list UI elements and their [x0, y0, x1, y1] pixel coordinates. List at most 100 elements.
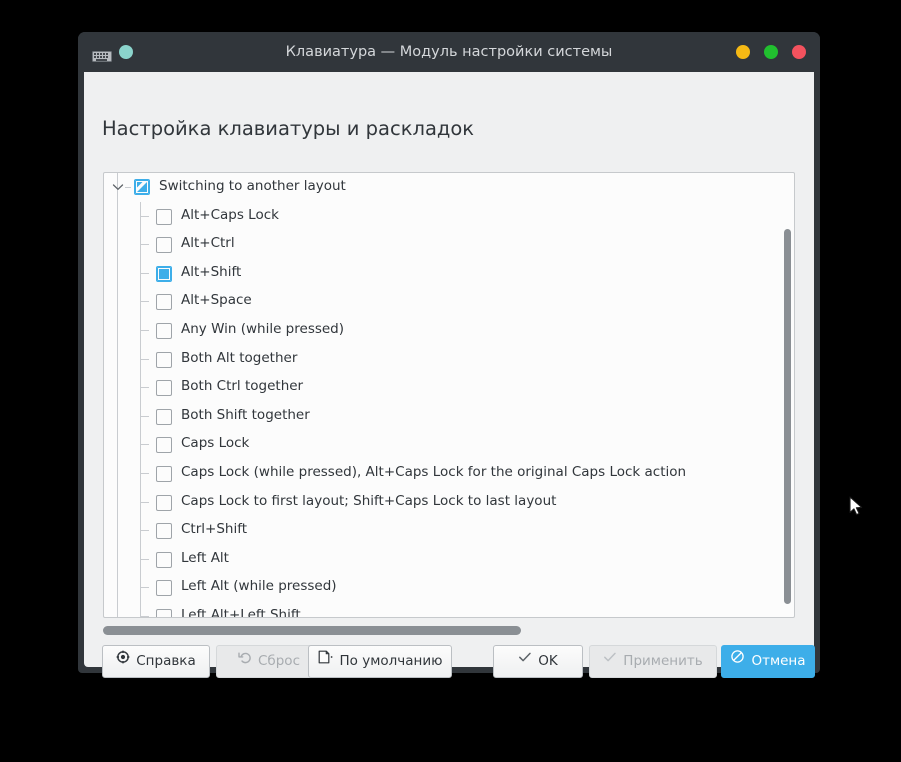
tree-item-row[interactable]: Left Alt+Left Shift — [104, 601, 794, 618]
tree-horizontal-scrollbar-thumb[interactable] — [103, 626, 521, 635]
tree-item-label: Alt+Space — [181, 292, 252, 309]
tree-item-label: Both Shift together — [181, 406, 310, 423]
help-icon — [116, 645, 130, 676]
tree-item-row[interactable]: Alt+Shift — [104, 258, 794, 288]
tree-item-row[interactable]: Left Alt — [104, 544, 794, 574]
tree-guide-dash — [125, 187, 131, 188]
help-button[interactable]: Справка — [102, 645, 210, 678]
tree-list: Switching to another layout Alt+Caps Lock… — [104, 173, 794, 618]
tree-item-label: Any Win (while pressed) — [181, 320, 345, 337]
tree-item-row[interactable]: Any Win (while pressed) — [104, 315, 794, 345]
minimize-icon[interactable] — [735, 45, 750, 59]
tree-guide-line — [140, 587, 149, 589]
tree-guide-line — [140, 415, 149, 417]
tree-item-label: Left Alt (while pressed) — [181, 578, 337, 595]
tree-guide-line — [140, 444, 149, 446]
page-title: Настройка клавиатуры и раскладок — [102, 117, 475, 140]
tree-item-row[interactable]: Left Alt (while pressed) — [104, 573, 794, 603]
window-title: Клавиатура — Модуль настройки системы — [285, 44, 613, 60]
cancel-button[interactable]: Отмена — [721, 645, 815, 678]
tree-parent-row[interactable]: Switching to another layout — [104, 173, 794, 202]
apply-button-label: Применить — [623, 653, 703, 669]
tree-item-checkbox[interactable] — [156, 608, 172, 617]
window-body: Настройка клавиатуры и раскладок Switchi… — [84, 72, 815, 678]
tree-item-checkbox[interactable] — [156, 523, 172, 540]
tree-item-row[interactable]: Caps Lock (while pressed), Alt+Caps Lock… — [104, 458, 794, 488]
tree-item-row[interactable]: Both Alt together — [104, 344, 794, 374]
apply-button[interactable]: Применить — [589, 645, 717, 678]
tree-item-checkbox[interactable] — [156, 208, 172, 225]
tree-item-label: Caps Lock (while pressed), Alt+Caps Lock… — [181, 463, 687, 480]
tree-item-checkbox[interactable] — [156, 322, 172, 339]
tree-guide-line — [140, 329, 149, 331]
tree-horizontal-scrollbar[interactable] — [103, 623, 793, 637]
tree-parent-label: Switching to another layout — [159, 178, 346, 194]
reset-button[interactable]: Сброс — [216, 645, 322, 678]
window-controls — [727, 45, 806, 64]
tree-guide-line — [140, 615, 149, 617]
tree-item-row[interactable]: Alt+Ctrl — [104, 230, 794, 260]
tree-item-checkbox[interactable] — [156, 351, 172, 368]
help-button-label: Справка — [136, 653, 196, 669]
tree-guide-line — [140, 301, 149, 303]
ok-button-label: OK — [538, 653, 558, 669]
tree-item-label: Alt+Shift — [181, 263, 242, 280]
undo-arrow-icon — [238, 645, 252, 676]
tree-guide-line — [140, 244, 149, 246]
close-icon[interactable] — [792, 45, 806, 59]
tree-parent-checkbox[interactable] — [134, 179, 150, 195]
tree-item-label: Caps Lock — [181, 435, 250, 452]
tree-item-label: Ctrl+Shift — [181, 521, 248, 538]
tree-guide-line — [140, 215, 149, 217]
shortcuts-tree-panel[interactable]: Switching to another layout Alt+Caps Lock… — [103, 172, 795, 618]
tree-item-label: Both Alt together — [181, 349, 298, 366]
tree-guide-line — [140, 358, 149, 360]
tree-item-checkbox[interactable] — [156, 265, 172, 282]
tree-item-checkbox[interactable] — [156, 380, 172, 397]
tree-item-label: Caps Lock to first layout; Shift+Caps Lo… — [181, 492, 557, 509]
tree-item-row[interactable]: Ctrl+Shift — [104, 516, 794, 546]
tree-item-row[interactable]: Caps Lock to first layout; Shift+Caps Lo… — [104, 487, 794, 517]
check-icon — [603, 645, 617, 676]
settings-window: Клавиатура — Модуль настройки системы На… — [78, 32, 820, 678]
defaults-button-label: По умолчанию — [339, 653, 443, 669]
tree-item-row[interactable]: Alt+Caps Lock — [104, 201, 794, 231]
tree-guide-line — [140, 272, 149, 274]
defaults-button[interactable]: По умолчанию — [308, 645, 452, 678]
tree-item-row[interactable]: Alt+Space — [104, 287, 794, 317]
tree-guide-line — [140, 472, 149, 474]
screen: Клавиатура — Модуль настройки системы На… — [0, 0, 901, 762]
tree-item-checkbox[interactable] — [156, 551, 172, 568]
prohibition-icon — [730, 645, 745, 676]
tree-item-row[interactable]: Caps Lock — [104, 430, 794, 460]
document-icon — [318, 645, 334, 676]
tree-item-row[interactable]: Both Ctrl together — [104, 373, 794, 403]
tree-item-label: Left Alt — [181, 549, 229, 566]
tree-item-checkbox[interactable] — [156, 494, 172, 511]
tree-guide-line — [140, 530, 149, 532]
tree-item-label: Left Alt+Left Shift — [181, 606, 301, 618]
tree-item-checkbox[interactable] — [156, 294, 172, 311]
dialog-button-row: Справка Сброс По умолчанию OK Применить … — [84, 642, 815, 682]
tree-item-row[interactable]: Both Shift together — [104, 401, 794, 431]
arrow-cursor — [849, 496, 865, 518]
chevron-down-icon[interactable] — [112, 182, 124, 192]
window-titlebar[interactable]: Клавиатура — Модуль настройки системы — [78, 32, 820, 72]
tree-vertical-scrollbar[interactable] — [784, 229, 791, 604]
tree-guide-line — [140, 387, 149, 389]
tree-item-checkbox[interactable] — [156, 237, 172, 254]
tree-guide-line — [140, 558, 149, 560]
tree-item-label: Alt+Caps Lock — [181, 206, 279, 223]
reset-button-label: Сброс — [257, 653, 300, 669]
tree-item-label: Both Ctrl together — [181, 378, 304, 395]
tree-item-checkbox[interactable] — [156, 580, 172, 597]
cancel-button-label: Отмена — [751, 653, 806, 669]
tree-guide-line — [140, 501, 149, 503]
tree-item-checkbox[interactable] — [156, 408, 172, 425]
check-icon — [518, 645, 532, 676]
tree-item-checkbox[interactable] — [156, 437, 172, 454]
maximize-icon[interactable] — [763, 45, 778, 59]
ok-button[interactable]: OK — [493, 645, 583, 678]
tree-item-checkbox[interactable] — [156, 465, 172, 482]
tree-item-label: Alt+Ctrl — [181, 235, 235, 252]
